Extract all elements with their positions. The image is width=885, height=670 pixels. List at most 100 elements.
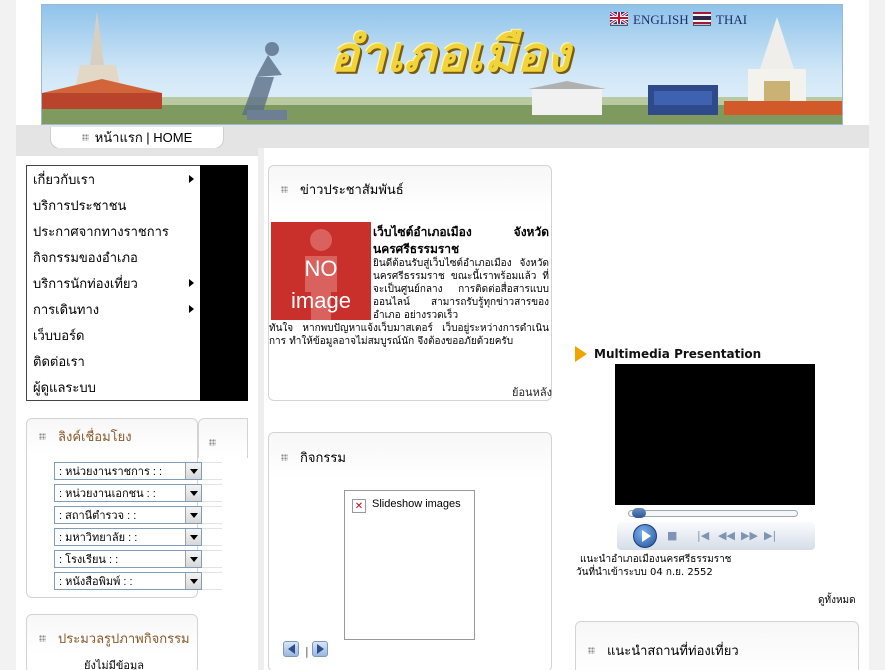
lang-thai-link[interactable]: THAI [693,12,747,28]
menu-item-label: บริการนักท่องเที่ยว [33,275,138,291]
menu-item-public-service[interactable]: บริการประชาชน [27,192,200,218]
select-value: : หน่วยงานเอกชน : : [59,488,156,500]
lang-english-link[interactable]: ENGLISH [610,12,689,28]
broken-image-icon: ✕ [352,499,366,513]
select-row-line [202,550,222,568]
gallery-panel-header: ประมวลรูปภาพกิจกรรม [27,615,197,655]
menu-side-block [200,165,248,401]
multimedia-caption: แนะนำอำเภอเมืองนครศรีธรรมราช วันที่นำเข้… [576,553,776,579]
select-value: : หนังสือพิมพ์ : : [59,576,133,588]
stop-icon[interactable]: ■ [667,530,677,542]
fast-forward-icon[interactable]: ▶▶ [741,530,758,542]
play-button[interactable] [633,524,657,548]
lang-english-label: ENGLISH [633,12,689,27]
select-value: : สถานีตำรวจ : : [59,510,137,522]
select-row-line [202,572,222,590]
menu-item-label: บริการประชาชน [33,197,127,213]
menu-item-label: ผู้ดูแลระบบ [33,379,96,395]
arrow-left-icon [287,644,295,654]
multimedia-caption-date: วันที่นำเข้าระบบ 04 ก.ย. 2552 [576,567,713,578]
play-icon [641,530,651,542]
menu-item-tourist-service[interactable]: บริการนักท่องเที่ยว [27,270,200,296]
menu-item-about[interactable]: เกี่ยวกับเรา [27,166,200,192]
slideshow-next-button[interactable] [312,641,328,657]
select-row-line [202,528,222,546]
select-row-line [202,462,222,480]
dropdown-arrow-icon[interactable] [185,573,201,589]
left-column-top-border [16,148,258,156]
grip-icon [81,134,89,141]
column-divider [258,148,264,670]
view-all-link[interactable]: ดูทั้งหมด [818,593,856,608]
dropdown-arrow-icon[interactable] [185,551,201,567]
multimedia-title: Multimedia Presentation [594,347,762,361]
left-gutter [0,0,16,670]
lang-thai-label: THAI [716,12,748,27]
slideshow-prev-button[interactable] [283,641,299,657]
video-player-screen[interactable] [615,364,815,505]
previous-track-icon[interactable]: |◀ [697,530,709,542]
grip-icon [281,185,288,193]
tour-panel: แนะนำสถานที่ท่องเที่ยว [575,621,859,670]
dropdown-arrow-icon[interactable] [185,463,201,479]
submenu-arrow-icon [189,175,194,183]
submenu-arrow-icon [189,279,194,287]
dropdown-arrow-icon[interactable] [185,485,201,501]
rewind-icon[interactable]: ◀◀ [718,530,735,542]
menu-item-label: กิจกรรมของอำเภอ [33,249,138,265]
menu-item-admin[interactable]: ผู้ดูแลระบบ [27,374,200,400]
right-gutter [869,0,885,670]
site-banner: อำเภอเมือง ENGLISH THAI [41,4,843,125]
activity-panel-title: กิจกรรม [300,450,346,466]
grip-icon [281,453,288,461]
menu-item-district-activities[interactable]: กิจกรรมของอำเภอ [27,244,200,270]
select-row-line [202,506,222,524]
gallery-empty-text: ยังไม่มีข้อมูล [84,659,144,670]
uk-flag-icon [610,12,628,26]
dropdown-arrow-icon[interactable] [185,507,201,523]
arrow-right-icon [316,644,324,654]
slideshow-alt-text: Slideshow images [372,498,461,510]
multimedia-heading: Multimedia Presentation [575,346,761,362]
main-menu: เกี่ยวกับเรา บริการประชาชน ประกาศจากทางร… [26,165,201,401]
triangle-bullet-icon [575,346,587,362]
menu-item-label: เว็บบอร์ด [33,327,85,343]
menu-item-announcements[interactable]: ประกาศจากทางราชการ [27,218,200,244]
slideshow-nav-separator: | [305,645,309,658]
grip-icon [588,646,595,654]
grip-icon [39,432,46,440]
menu-item-travel[interactable]: การเดินทาง [27,296,200,322]
links-side-tab [198,418,248,458]
submenu-arrow-icon [189,305,194,313]
menu-item-webboard[interactable]: เว็บบอร์ด [27,322,200,348]
menu-item-label: ติดต่อเรา [33,353,85,369]
video-seek-handle[interactable] [632,508,646,518]
select-value: : หน่วยงานราชการ : : [59,466,163,478]
select-value: : โรงเรียน : : [59,554,119,566]
news-body-rest: ทันใจ หากพบปัญหาแจ้งเว็บมาสเตอร์ เว็บอยู… [269,323,549,347]
slideshow-frame[interactable]: ✕ Slideshow images [344,490,475,640]
banner-title: อำเภอเมือง [330,27,571,83]
select-university[interactable]: : มหาวิทยาลัย : : [54,528,202,546]
thai-flag-icon [693,12,711,26]
select-newspaper[interactable]: : หนังสือพิมพ์ : : [54,572,202,590]
select-private[interactable]: : หน่วยงานเอกชน : : [54,484,202,502]
news-archive-link[interactable]: ย้อนหลัง [512,383,552,401]
select-government[interactable]: : หน่วยงานราชการ : : [54,462,202,480]
select-value: : มหาวิทยาลัย : : [59,532,138,544]
gallery-panel-title: ประมวลรูปภาพกิจกรรม [58,631,190,647]
multimedia-caption-title[interactable]: แนะนำอำเภอเมืองนครศรีธรรมราช [576,553,776,566]
select-police[interactable]: : สถานีตำรวจ : : [54,506,202,524]
dropdown-arrow-icon[interactable] [185,529,201,545]
home-tab[interactable]: หน้าแรก | HOME [50,127,224,149]
news-headline[interactable]: เว็บไซต์อำเภอเมือง จังหวัดนครศรีธรรมราช [373,224,549,258]
news-panel-header: ข่าวประชาสัมพันธ์ [269,166,551,212]
menu-item-label: ประกาศจากทางราชการ [33,223,169,239]
select-row-line [202,484,222,502]
menu-item-contact[interactable]: ติดต่อเรา [27,348,200,374]
next-track-icon[interactable]: ▶| [764,530,776,542]
tour-panel-header: แนะนำสถานที่ท่องเที่ยว [576,622,858,670]
video-seek-bar[interactable] [628,510,798,517]
home-tab-label: หน้าแรก | HOME [94,130,193,145]
select-school[interactable]: : โรงเรียน : : [54,550,202,568]
